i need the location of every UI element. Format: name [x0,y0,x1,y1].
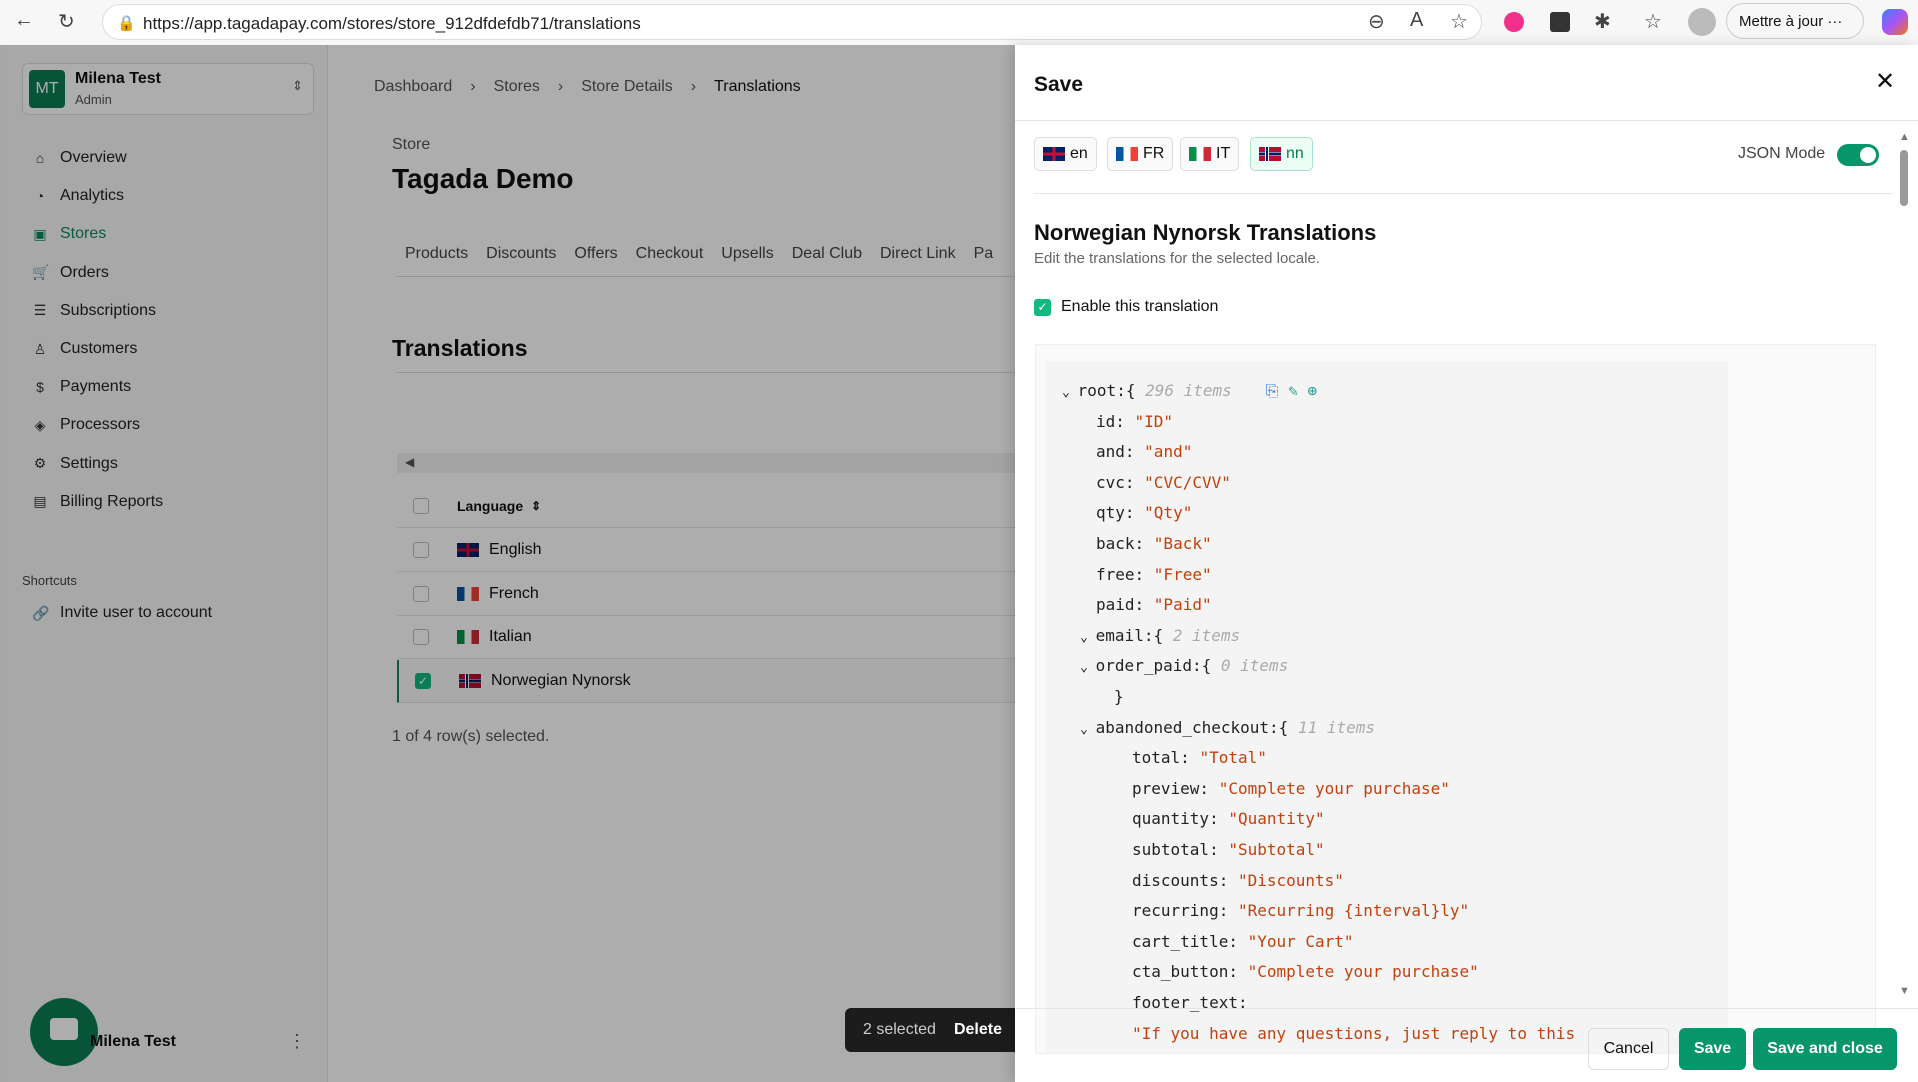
json-line[interactable]: back: "Back" [1096,534,1212,558]
json-line[interactable]: subtotal: "Subtotal" [1132,840,1325,864]
json-line[interactable]: qty: "Qty" [1096,503,1192,527]
add-icon[interactable]: ⊕ [1308,381,1318,400]
locale-chip-fr[interactable]: FR [1107,137,1174,171]
edit-icon[interactable]: ✎ [1288,381,1298,400]
reload-icon[interactable]: ↻ [58,9,75,34]
update-button[interactable]: Mettre à jour ··· [1726,3,1864,39]
delete-button[interactable]: Delete [954,1021,1002,1039]
json-line[interactable]: free: "Free" [1096,565,1212,589]
browser-toolbar: ← ↻ 🔒 https://app.tagadapay.com/stores/s… [0,0,1918,45]
selected-count: 2 selected [863,1021,936,1038]
json-line[interactable]: total: "Total" [1132,748,1267,772]
enable-translation-checkbox[interactable]: ✓ [1034,299,1051,316]
json-line[interactable]: quantity: "Quantity" [1132,809,1325,833]
bulk-action-bar: 2 selected Delete [845,1008,1020,1052]
copilot-icon[interactable] [1882,9,1908,35]
scroll-up-icon[interactable]: ▲ [1899,131,1910,143]
extensions-puzzle-icon[interactable]: ✱ [1594,9,1611,34]
copy-icon[interactable]: ⎘ [1266,381,1279,400]
flag-fr-icon [1116,147,1138,161]
modal-overlay[interactable] [0,45,1015,1082]
close-icon[interactable]: ✕ [1875,67,1895,96]
locale-chip-nn[interactable]: nn [1250,137,1313,171]
json-line[interactable]: "If you have any questions, just reply t… [1132,1024,1575,1048]
json-tree[interactable]: ⌄ root:{ 296 items ⎘ ✎ ⊕ id: "ID" and: "and… [1046,361,1728,1053]
cancel-button[interactable]: Cancel [1588,1028,1669,1070]
json-line[interactable]: cart_title: "Your Cart" [1132,932,1354,956]
json-mode-toggle[interactable] [1837,144,1879,166]
json-line[interactable]: cvc: "CVC/CVV" [1096,473,1231,497]
lock-icon: 🔒 [117,15,136,32]
favorite-star-icon[interactable]: ☆ [1450,9,1468,34]
enable-translation-label: Enable this translation [1061,298,1219,315]
json-line[interactable]: id: "ID" [1096,412,1173,436]
back-icon[interactable]: ← [14,9,34,32]
translation-subheading: Edit the translations for the selected l… [1034,250,1320,267]
json-editor[interactable]: ⌄ root:{ 296 items ⎘ ✎ ⊕ id: "ID" and: "and… [1035,344,1876,1054]
profile-avatar[interactable] [1688,8,1716,36]
drawer-title: Save [1034,73,1084,96]
json-line[interactable]: } [1114,687,1124,711]
json-line[interactable]: ⌄ abandoned_checkout:{ 11 items [1080,718,1375,742]
flag-it-icon [1189,147,1211,161]
json-line[interactable]: ⌄ root:{ 296 items ⎘ ✎ ⊕ [1062,381,1317,405]
address-bar[interactable]: 🔒 https://app.tagadapay.com/stores/store… [102,4,1482,40]
url-text: https://app.tagadapay.com/stores/store_9… [143,14,641,33]
save-and-close-button[interactable]: Save and close [1753,1028,1897,1070]
save-button[interactable]: Save [1679,1028,1746,1070]
json-line[interactable]: ⌄ order_paid:{ 0 items [1080,656,1288,680]
translation-drawer: Save ✕ en FR IT nn JSON Mode Norwegian Nyno… [1015,45,1918,1082]
json-line[interactable]: discounts: "Discounts" [1132,871,1344,895]
chevron-down-icon[interactable]: ⌄ [1080,660,1096,675]
locale-chip-en[interactable]: en [1034,137,1097,171]
zoom-icon[interactable]: ⊖ [1368,9,1385,34]
json-line[interactable]: paid: "Paid" [1096,595,1212,619]
locale-chip-it[interactable]: IT [1180,137,1240,171]
download-extension-icon[interactable] [1550,12,1570,32]
json-line[interactable]: ⌄ email:{ 2 items [1080,626,1240,650]
json-mode-label: JSON Mode [1738,145,1826,162]
favorites-icon[interactable]: ☆ [1644,9,1662,34]
translation-heading: Norwegian Nynorsk Translations [1034,220,1377,245]
flag-no-icon [1259,147,1281,161]
read-aloud-icon[interactable]: A [1410,9,1423,32]
extension-icon[interactable] [1504,12,1524,32]
chevron-down-icon[interactable]: ⌄ [1062,385,1078,400]
json-line[interactable]: recurring: "Recurring {interval}ly" [1132,901,1469,925]
flag-gb-icon [1043,147,1065,161]
vertical-scrollbar[interactable] [1900,150,1908,206]
scroll-down-icon[interactable]: ▼ [1899,985,1910,997]
chevron-down-icon[interactable]: ⌄ [1080,630,1096,645]
json-line[interactable]: cta_button: "Complete your purchase" [1132,962,1479,986]
json-line[interactable]: preview: "Complete your purchase" [1132,779,1450,803]
json-line[interactable]: footer_text: [1132,993,1248,1017]
chevron-down-icon[interactable]: ⌄ [1080,722,1096,737]
json-line[interactable]: and: "and" [1096,442,1192,466]
